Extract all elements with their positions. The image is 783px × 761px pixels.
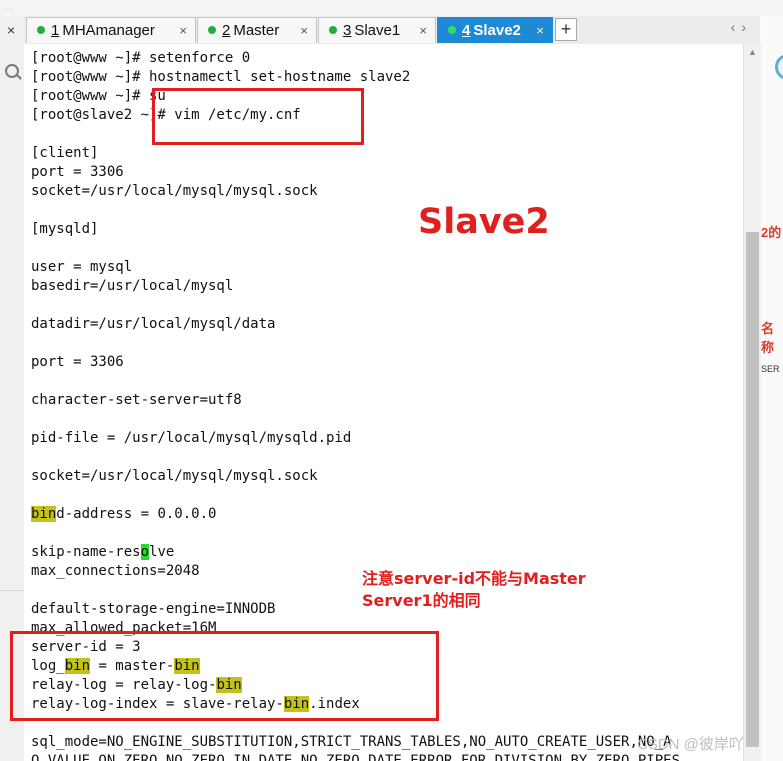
tab-number: 4	[462, 22, 471, 39]
text-cursor: o	[140, 544, 150, 560]
scrollbar-thumb[interactable]	[746, 232, 759, 747]
background-text-fragment: 2的	[761, 225, 782, 240]
session-tab-bar: 1 MHAmanager × 2 Master × 3 Slave1 × 4 Slave…	[24, 16, 760, 45]
tab-label: Master	[233, 22, 280, 39]
tab-label: Slave2	[473, 22, 521, 39]
annotation-box-server-id	[10, 631, 439, 721]
tab-number: 1	[51, 22, 60, 39]
scroll-up-icon[interactable]: ▲	[748, 47, 757, 57]
search-highlight: bin	[31, 506, 57, 522]
terminal-line: [client]	[31, 145, 99, 161]
terminal-line: port = 3306	[31, 164, 124, 180]
connected-status-icon	[329, 26, 337, 34]
tab-slave2[interactable]: 4 Slave2 ×	[437, 17, 553, 43]
terminal-line: [root@www ~]# setenforce 0	[31, 50, 251, 66]
line-text: lve	[149, 544, 175, 560]
note-line: 注意server-id不能与Master	[362, 569, 586, 588]
terminal-line: O_VALUE_ON_ZERO,NO_ZERO_IN_DATE,NO_ZERO_…	[31, 753, 681, 761]
terminal-line: skip-name-resolve	[31, 543, 680, 562]
tab-number: 3	[343, 22, 352, 39]
tab-mhamanager[interactable]: 1 MHAmanager ×	[26, 17, 196, 43]
line-text: skip-name-res	[31, 544, 141, 560]
top-hint-text: …	[4, 2, 14, 13]
tab-slave1[interactable]: 3 Slave1 ×	[318, 17, 436, 43]
terminal-line: datadir=/usr/local/mysql/data	[31, 316, 276, 332]
terminal-line: pid-file = /usr/local/mysql/mysqld.pid	[31, 430, 352, 446]
globe-icon	[775, 54, 783, 80]
tab-close-icon[interactable]: ×	[300, 18, 308, 44]
terminal-line: character-set-server=utf8	[31, 392, 242, 408]
terminal-line: basedir=/usr/local/mysql	[31, 278, 234, 294]
annotation-slave2-label: Slave2	[418, 202, 550, 242]
tab-label: MHAmanager	[62, 22, 155, 39]
annotation-box-vim-command	[152, 88, 364, 145]
divider	[0, 590, 24, 591]
tab-master[interactable]: 2 Master ×	[197, 17, 317, 43]
terminal-line: socket=/usr/local/mysql/mysql.sock	[31, 468, 318, 484]
background-page-strip: 2的 名称 SER	[761, 16, 783, 761]
note-line: Server1的相同	[362, 591, 481, 610]
background-text-fragment: 名称	[761, 321, 775, 355]
connected-status-icon	[448, 26, 456, 34]
tab-close-icon[interactable]: ×	[179, 18, 187, 44]
tab-label: Slave1	[354, 22, 401, 39]
connected-status-icon	[37, 26, 45, 34]
terminal-line: port = 3306	[31, 354, 124, 370]
terminal-line: sql_mode=NO_ENGINE_SUBSTITUTION,STRICT_T…	[31, 734, 672, 750]
vertical-scrollbar[interactable]: ▲	[743, 44, 761, 761]
csdn-watermark: CSDN @彼岸吖	[637, 736, 744, 753]
terminal-line: user = mysql	[31, 259, 133, 275]
terminal-line: bind-address = 0.0.0.0	[31, 505, 680, 524]
tab-scroll-arrows-icon[interactable]: ‹›	[731, 19, 752, 35]
search-icon[interactable]	[5, 64, 19, 78]
background-text-fragment: SER	[761, 364, 780, 374]
annotation-note: 注意server-id不能与Master Server1的相同	[362, 568, 586, 612]
terminal-line: [root@www ~]# hostnamectl set-hostname s…	[31, 69, 411, 85]
tab-close-icon[interactable]: ×	[536, 18, 544, 44]
terminal-line: socket=/usr/local/mysql/mysql.sock	[31, 183, 318, 199]
close-icon[interactable]: ×	[7, 22, 15, 38]
line-text: d-address = 0.0.0.0	[56, 506, 217, 522]
terminal-line: [mysqld]	[31, 221, 99, 237]
window-top-strip: …	[0, 0, 783, 16]
connected-status-icon	[208, 26, 216, 34]
add-tab-button[interactable]: +	[555, 18, 577, 41]
tab-number: 2	[222, 22, 231, 39]
tab-close-icon[interactable]: ×	[419, 18, 427, 44]
